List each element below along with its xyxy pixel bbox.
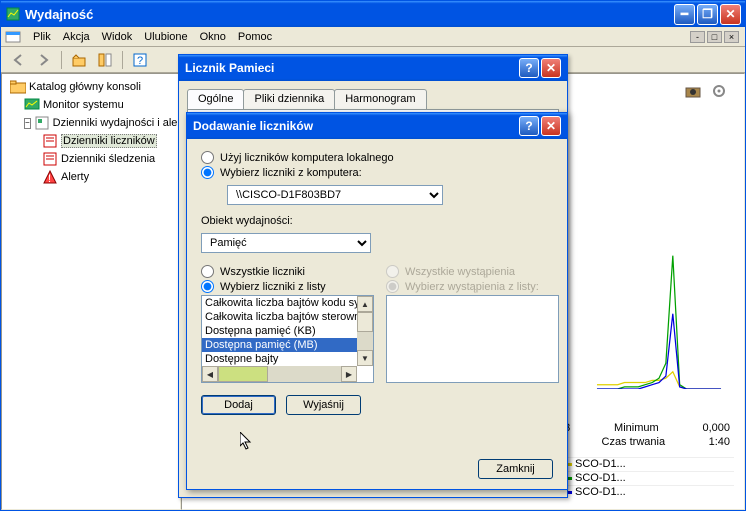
menu-help[interactable]: Pomoc [232, 29, 278, 45]
tab-general[interactable]: Ogólne [187, 89, 244, 109]
minimize-button[interactable]: ━ [674, 4, 695, 25]
console-tree[interactable]: Katalog główny konsoli Monitor systemu −… [1, 73, 181, 510]
object-combo[interactable]: Pamięć [201, 233, 371, 253]
mmc-icon [5, 29, 21, 45]
main-titlebar: Wydajność ━ ❐ ✕ [1, 1, 745, 27]
radio-all-counters-input[interactable] [201, 265, 214, 278]
mdi-restore-button[interactable]: □ [707, 31, 722, 43]
up-button[interactable] [68, 49, 90, 71]
legend-row[interactable]: SCO-D1... [554, 457, 734, 471]
menubar: Plik Akcja Widok Ulubione Okno Pomoc - □… [1, 27, 745, 47]
svg-text:?: ? [137, 55, 143, 67]
tree-counter-logs[interactable]: Dzienniki liczników [6, 132, 176, 150]
dialog1-tabs: Ogólne Pliki dziennika Harmonogram [179, 81, 567, 109]
help-button[interactable]: ? [129, 49, 151, 71]
svg-text:!: ! [48, 173, 51, 184]
tree-root[interactable]: Katalog główny konsoli [6, 78, 176, 96]
vscrollbar[interactable]: ▲ ▼ [357, 296, 373, 366]
scroll-up-button[interactable]: ▲ [357, 296, 373, 312]
perf-chart [584, 174, 734, 389]
tree-monitor[interactable]: Monitor systemu [6, 96, 176, 114]
trace-log-icon [42, 151, 58, 167]
radio-select-instances: Wybierz wystąpienia z listy: [386, 280, 559, 293]
counter-item[interactable]: Dostępne bajty [202, 352, 357, 366]
collapse-icon[interactable]: − [24, 118, 31, 129]
counter-item[interactable]: Dostępna pamięć (MB) [202, 338, 357, 352]
counters-listbox[interactable]: Całkowita liczba bajtów kodu syCałkowita… [201, 295, 374, 383]
dialog2-titlebar: Dodawanie liczników ? ✕ [187, 113, 567, 139]
dialog1-titlebar: Licznik Pamieci ? ✕ [179, 55, 567, 81]
counter-item[interactable]: Całkowita liczba bajtów sterown [202, 310, 357, 324]
add-button[interactable]: Dodaj [201, 395, 276, 415]
forward-button[interactable] [33, 49, 55, 71]
legend-rows: SCO-D1... SCO-D1... SCO-D1... [554, 457, 734, 499]
menu-window[interactable]: Okno [194, 29, 232, 45]
counter-log-icon [42, 133, 58, 149]
explain-button[interactable]: Wyjaśnij [286, 395, 361, 415]
legend-row[interactable]: SCO-D1... [554, 471, 734, 485]
tab-schedule[interactable]: Harmonogram [334, 89, 426, 109]
min-value: 0,000 [702, 422, 730, 434]
stats-panel: 03Minimum0,000 Czas trwania1:40 [554, 421, 734, 449]
menu-action[interactable]: Akcja [57, 29, 96, 45]
mdi-close-button[interactable]: × [724, 31, 739, 43]
radio-local-computer-input[interactable] [201, 151, 214, 164]
folder-icon [10, 79, 26, 95]
object-label: Obiekt wydajności: [201, 215, 553, 227]
dialog2-help-button[interactable]: ? [519, 116, 539, 136]
scroll-thumb[interactable] [357, 312, 373, 332]
tab-logfiles[interactable]: Pliki dziennika [243, 89, 335, 109]
hscroll-thumb[interactable] [218, 366, 268, 382]
menu-favorites[interactable]: Ulubione [138, 29, 193, 45]
dialog1-help-button[interactable]: ? [519, 58, 539, 78]
perf-icon [5, 6, 21, 22]
logs-icon [34, 115, 50, 131]
back-button[interactable] [7, 49, 29, 71]
scroll-right-button[interactable]: ▶ [341, 366, 357, 382]
duration-value: 1:40 [709, 436, 730, 448]
radio-all-instances-input [386, 265, 399, 278]
cursor-icon [240, 432, 255, 452]
dialog2-title: Dodawanie liczników [193, 119, 519, 133]
scroll-left-button[interactable]: ◀ [202, 366, 218, 382]
scroll-down-button[interactable]: ▼ [357, 350, 373, 366]
radio-local-computer[interactable]: Użyj liczników komputera lokalnego [201, 151, 553, 164]
min-label: Minimum [614, 422, 659, 434]
camera-icon[interactable] [682, 80, 704, 102]
radio-select-counters[interactable]: Wybierz liczniki z listy [201, 280, 374, 293]
radio-select-computer-input[interactable] [201, 166, 214, 179]
radio-all-counters[interactable]: Wszystkie liczniki [201, 265, 374, 278]
show-hide-button[interactable] [94, 49, 116, 71]
duration-label: Czas trwania [602, 436, 666, 448]
menu-file[interactable]: Plik [27, 29, 57, 45]
computer-combo[interactable]: \\CISCO-D1F803BD7 [227, 185, 443, 205]
menu-view[interactable]: Widok [96, 29, 139, 45]
radio-select-computer[interactable]: Wybierz liczniki z komputera: [201, 166, 553, 179]
legend-row[interactable]: SCO-D1... [554, 485, 734, 499]
monitor-icon [24, 97, 40, 113]
chart-svg [584, 174, 734, 389]
maximize-button[interactable]: ❐ [697, 4, 718, 25]
dialog1-title: Licznik Pamieci [185, 61, 519, 75]
main-title: Wydajność [25, 7, 674, 22]
counter-item[interactable]: Dostępna pamięć (KB) [202, 324, 357, 338]
close-dialog-button[interactable]: Zamknij [478, 459, 553, 479]
settings-icon[interactable] [708, 80, 730, 102]
instances-listbox[interactable] [386, 295, 559, 383]
tree-alerts[interactable]: ! Alerty [6, 168, 176, 186]
radio-select-counters-input[interactable] [201, 280, 214, 293]
radio-select-instances-input [386, 280, 399, 293]
close-button[interactable]: ✕ [720, 4, 741, 25]
tree-logs[interactable]: − Dzienniki wydajności i aler [6, 114, 176, 132]
hscrollbar[interactable]: ◀ ▶ [202, 366, 357, 382]
counter-item[interactable]: Całkowita liczba bajtów kodu sy [202, 296, 357, 310]
alert-icon: ! [42, 169, 58, 185]
dialog1-close-button[interactable]: ✕ [541, 58, 561, 78]
mdi-minimize-button[interactable]: - [690, 31, 705, 43]
tree-trace-logs[interactable]: Dzienniki śledzenia [6, 150, 176, 168]
dialog2-close-button[interactable]: ✕ [541, 116, 561, 136]
radio-all-instances: Wszystkie wystąpienia [386, 265, 559, 278]
